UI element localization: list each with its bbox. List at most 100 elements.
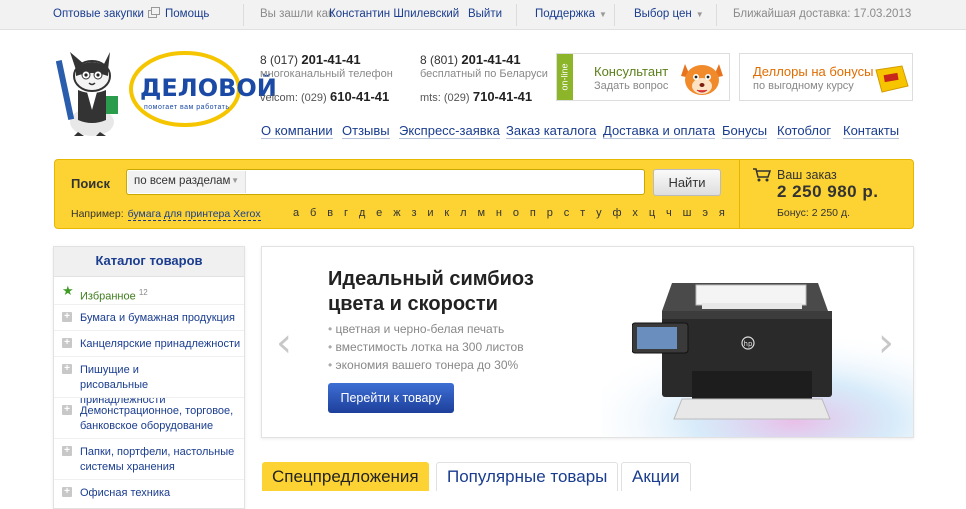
alphabet-letter[interactable]: б bbox=[310, 207, 316, 219]
divider bbox=[716, 4, 717, 26]
chevron-down-icon: ▼ bbox=[231, 176, 239, 185]
divider bbox=[739, 160, 740, 228]
nav-delivery[interactable]: Доставка и оплата bbox=[603, 123, 716, 139]
alphabet-letter[interactable]: ж bbox=[393, 207, 400, 219]
alphabet-letter[interactable]: о bbox=[513, 207, 519, 219]
star-icon: ★ bbox=[62, 283, 74, 298]
tea-box-icon bbox=[875, 65, 909, 93]
chevron-down-icon: ▼ bbox=[599, 10, 607, 19]
tab-promotions[interactable]: Акции bbox=[621, 462, 691, 491]
alphabet-letter[interactable]: к bbox=[444, 207, 449, 219]
nav-contacts[interactable]: Контакты bbox=[843, 123, 900, 139]
order-sum[interactable]: 2 250 980 р. bbox=[777, 182, 878, 202]
phone-free-note: бесплатный по Беларуси bbox=[420, 68, 548, 80]
alphabet-letter[interactable]: е bbox=[376, 207, 382, 219]
divider bbox=[54, 438, 244, 439]
price-choice-dropdown[interactable]: Выбор цен ▼ bbox=[634, 8, 704, 20]
expand-icon[interactable]: + bbox=[62, 446, 72, 456]
search-example: Например: бумага для принтера Xerox bbox=[71, 208, 261, 221]
tab-popular[interactable]: Популярные товары bbox=[436, 462, 619, 491]
alphabet-letter[interactable]: с bbox=[564, 207, 570, 219]
alphabet-letter[interactable]: н bbox=[496, 207, 502, 219]
phone-main-note: многоканальный телефон bbox=[260, 68, 393, 80]
online-badge: on-line bbox=[557, 54, 573, 100]
alphabet-letter[interactable]: в bbox=[327, 207, 333, 219]
alphabet-letter[interactable]: л bbox=[460, 207, 466, 219]
chevron-down-icon: ▼ bbox=[695, 10, 704, 19]
alphabet-letter[interactable]: я bbox=[719, 207, 725, 219]
alphabet-index: абвгдежзиклмнопрстуфхцчшэя bbox=[293, 207, 725, 219]
cart-icon[interactable] bbox=[753, 168, 771, 182]
divider bbox=[54, 397, 244, 398]
divider bbox=[516, 4, 517, 26]
alphabet-letter[interactable]: ф bbox=[612, 207, 621, 219]
alphabet-letter[interactable]: з bbox=[411, 207, 416, 219]
divider bbox=[54, 479, 244, 480]
alphabet-letter[interactable]: ш bbox=[683, 207, 692, 219]
search-button[interactable]: Найти bbox=[653, 169, 721, 196]
expand-icon[interactable]: + bbox=[62, 487, 72, 497]
chevron-right-icon[interactable]: › bbox=[878, 323, 894, 363]
catalog-title: Каталог товаров bbox=[54, 247, 244, 277]
bonus-box[interactable]: Деллоры на бонусы по выгодному курсу bbox=[739, 53, 913, 101]
nav-reviews[interactable]: Отзывы bbox=[342, 123, 390, 139]
order-title[interactable]: Ваш заказ bbox=[777, 168, 837, 182]
alphabet-letter[interactable]: д bbox=[359, 207, 365, 219]
banner-title: Идеальный симбиоз цвета и скорости bbox=[328, 268, 534, 315]
nav-catalog-order[interactable]: Заказ каталога bbox=[506, 123, 597, 139]
printer-image[interactable]: hp bbox=[632, 271, 846, 421]
promo-banner: Идеальный симбиозцвета и скорости цветна… bbox=[261, 246, 914, 438]
search-input[interactable]: по всем разделам ▼ bbox=[126, 169, 645, 195]
alphabet-letter[interactable]: а bbox=[293, 207, 299, 219]
catalog-sidebar: Каталог товаров ★ Избранное 12 + Бумага и… bbox=[53, 246, 245, 509]
alphabet-letter[interactable]: у bbox=[596, 207, 602, 219]
cat-mascot-icon[interactable] bbox=[56, 50, 122, 138]
alphabet-letter[interactable]: э bbox=[702, 207, 708, 219]
divider bbox=[54, 356, 244, 357]
order-bonus: Бонус: 2 250 д. bbox=[777, 207, 850, 219]
bonus-title: Деллоры на бонусы bbox=[753, 64, 874, 79]
alphabet-letter[interactable]: т bbox=[580, 207, 585, 219]
tab-special-offers[interactable]: Спецпредложения bbox=[262, 462, 429, 491]
alphabet-letter[interactable]: г bbox=[344, 207, 348, 219]
divider bbox=[614, 4, 615, 26]
nav-about[interactable]: О компании bbox=[261, 123, 333, 139]
chevron-left-icon[interactable]: ‹ bbox=[276, 323, 292, 363]
expand-icon[interactable]: + bbox=[62, 405, 72, 415]
alphabet-letter[interactable]: ч bbox=[666, 207, 672, 219]
divider bbox=[54, 330, 244, 331]
consultant-box[interactable]: on-line Консультант Задать вопрос bbox=[556, 53, 730, 101]
user-link[interactable]: Константин Шпилевский bbox=[329, 8, 459, 20]
phone-free: 8 (801) 201-41-41 bbox=[420, 52, 521, 67]
expand-icon[interactable]: + bbox=[62, 364, 72, 374]
alphabet-letter[interactable]: х bbox=[632, 207, 638, 219]
wholesale-link[interactable]: Оптовые закупки bbox=[53, 7, 160, 20]
divider bbox=[243, 4, 244, 26]
consultant-subtitle: Задать вопрос bbox=[594, 80, 669, 92]
search-example-link[interactable]: бумага для принтера Xerox bbox=[127, 208, 261, 221]
help-link[interactable]: Помощь bbox=[165, 8, 209, 20]
search-bar: Поиск по всем разделам ▼ Найти Например: б… bbox=[54, 159, 914, 229]
support-dropdown[interactable]: Поддержка ▼ bbox=[535, 8, 607, 20]
top-bar: Оптовые закупки Помощь Вы зашли как Конс… bbox=[0, 0, 966, 30]
alphabet-letter[interactable]: р bbox=[547, 207, 553, 219]
banner-bullets: цветная и черно-белая печать вместимость… bbox=[328, 320, 524, 374]
consultant-title: Консультант bbox=[594, 64, 669, 79]
alphabet-letter[interactable]: п bbox=[530, 207, 536, 219]
phone-main: 8 (017) 201-41-41 bbox=[260, 52, 361, 67]
alphabet-letter[interactable]: м bbox=[477, 207, 485, 219]
nav-blog[interactable]: Котоблог bbox=[777, 123, 832, 139]
alphabet-letter[interactable]: ц bbox=[649, 207, 655, 219]
expand-icon[interactable]: + bbox=[62, 312, 72, 322]
printer-brand-label: hp bbox=[744, 340, 753, 348]
expand-icon[interactable]: + bbox=[62, 338, 72, 348]
search-scope-select[interactable]: по всем разделам ▼ bbox=[128, 171, 246, 193]
nav-express[interactable]: Экспресс-заявка bbox=[399, 123, 500, 139]
nav-bonus[interactable]: Бонусы bbox=[722, 123, 768, 139]
new-window-icon bbox=[147, 7, 160, 18]
logo-text[interactable]: ДЕЛОВОЙ bbox=[140, 74, 277, 102]
logout-link[interactable]: Выйти bbox=[468, 8, 502, 20]
phone-velcom: velcom: (029) 610-41-41 bbox=[260, 89, 390, 104]
go-to-product-button[interactable]: Перейти к товару bbox=[328, 383, 454, 413]
alphabet-letter[interactable]: и bbox=[427, 207, 433, 219]
